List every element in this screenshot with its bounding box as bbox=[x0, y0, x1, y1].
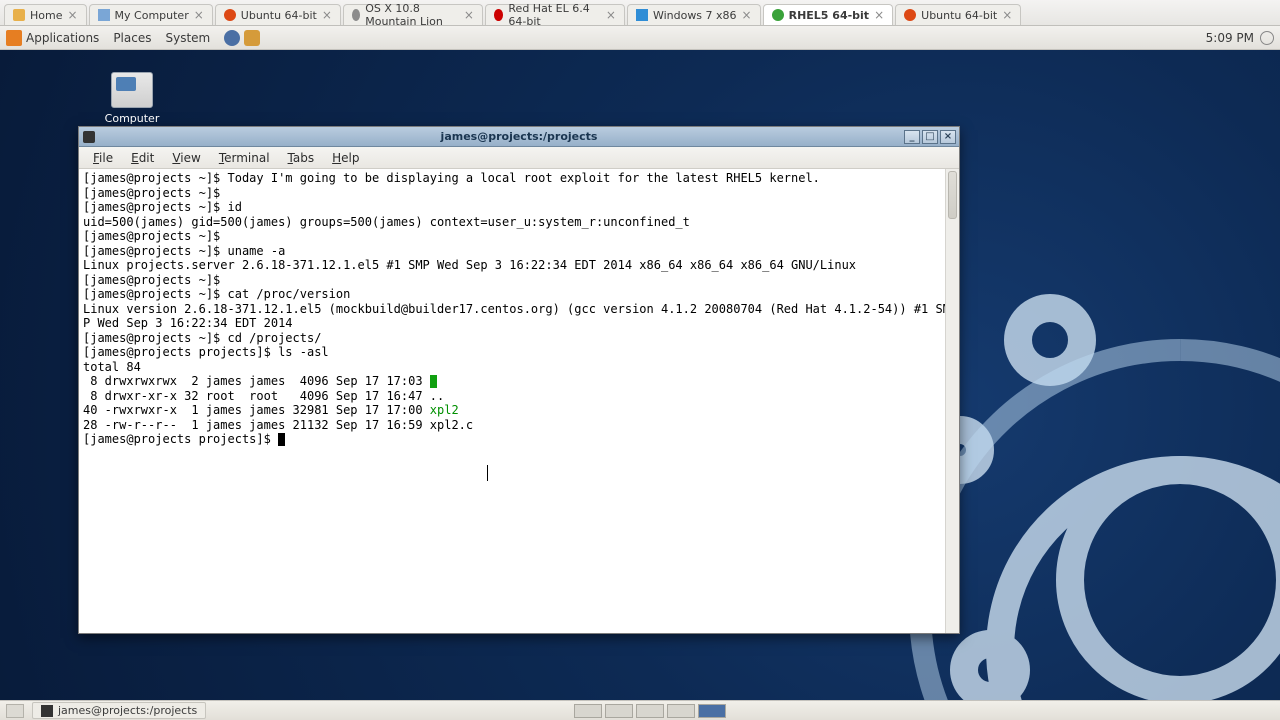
executable-name: xpl2 bbox=[430, 403, 459, 417]
ubuntu-icon bbox=[224, 9, 236, 21]
host-tab-ubuntu1[interactable]: Ubuntu 64-bit × bbox=[215, 4, 341, 25]
host-tab-strip: Home × My Computer × Ubuntu 64-bit × OS … bbox=[0, 0, 1280, 26]
host-tab-win7[interactable]: Windows 7 x86 × bbox=[627, 4, 761, 25]
host-tab-label: My Computer bbox=[115, 9, 189, 22]
menu-places[interactable]: Places bbox=[113, 31, 151, 45]
taskbar-item-terminal[interactable]: james@projects:/projects bbox=[32, 702, 206, 719]
host-tab-label: Ubuntu 64-bit bbox=[241, 9, 317, 22]
host-tab-home[interactable]: Home × bbox=[4, 4, 87, 25]
term-line: total 84 bbox=[83, 360, 141, 374]
close-icon[interactable]: × bbox=[67, 9, 77, 21]
distributor-logo-icon bbox=[6, 30, 22, 46]
host-tab-rhel5[interactable]: RHEL5 64-bit × bbox=[763, 4, 894, 25]
browser-launcher-icon[interactable] bbox=[224, 30, 240, 46]
menu-tabs[interactable]: Tabs bbox=[280, 149, 323, 167]
home-icon bbox=[13, 9, 25, 21]
dir-dot-highlight bbox=[430, 375, 437, 388]
host-tab-label: RHEL5 64-bit bbox=[789, 9, 869, 22]
scrollbar-thumb[interactable] bbox=[948, 171, 957, 219]
terminal-menubar: File Edit View Terminal Tabs Help bbox=[79, 147, 959, 169]
taskbar-item-label: james@projects:/projects bbox=[58, 704, 197, 717]
redhat-icon bbox=[772, 9, 784, 21]
term-prompt: [james@projects projects]$ bbox=[83, 432, 278, 446]
host-tab-label: Home bbox=[30, 9, 62, 22]
term-line: [james@projects ~]$ Today I'm going to b… bbox=[83, 171, 820, 185]
email-launcher-icon[interactable] bbox=[244, 30, 260, 46]
close-icon[interactable]: × bbox=[194, 9, 204, 21]
windows-icon bbox=[636, 9, 648, 21]
window-title: james@projects:/projects bbox=[441, 130, 598, 143]
host-tab-label: Windows 7 x86 bbox=[653, 9, 737, 22]
computer-icon bbox=[111, 72, 153, 108]
term-line: [james@projects projects]$ ls -asl bbox=[83, 345, 329, 359]
term-line: 28 -rw-r--r-- 1 james james 21132 Sep 17… bbox=[83, 418, 473, 432]
host-tab-label: Red Hat EL 6.4 64-bit bbox=[508, 2, 600, 28]
term-line: [james@projects ~]$ id bbox=[83, 200, 242, 214]
close-button[interactable]: × bbox=[940, 130, 956, 144]
window-titlebar[interactable]: james@projects:/projects _ □ × bbox=[79, 127, 959, 147]
desktop[interactable]: Computer james@projects:/projects _ □ × … bbox=[0, 50, 1280, 700]
close-icon[interactable]: × bbox=[322, 9, 332, 21]
workspace-2[interactable] bbox=[605, 704, 633, 718]
host-tab-rhel6[interactable]: Red Hat EL 6.4 64-bit × bbox=[485, 4, 625, 25]
computer-icon bbox=[98, 9, 110, 21]
host-tab-label: Ubuntu 64-bit bbox=[921, 9, 997, 22]
terminal-window: james@projects:/projects _ □ × File Edit… bbox=[78, 126, 960, 634]
term-line: Linux version 2.6.18-371.12.1.el5 (mockb… bbox=[83, 302, 950, 331]
show-desktop-button[interactable] bbox=[6, 704, 24, 718]
close-icon[interactable]: × bbox=[1002, 9, 1012, 21]
term-line: 8 drwxr-xr-x 32 root root 4096 Sep 17 16… bbox=[83, 389, 444, 403]
terminal-body[interactable]: [james@projects ~]$ Today I'm going to b… bbox=[79, 169, 959, 633]
terminal-scrollbar[interactable] bbox=[945, 169, 959, 633]
ubuntu-icon bbox=[904, 9, 916, 21]
maximize-button[interactable]: □ bbox=[922, 130, 938, 144]
mouse-text-cursor bbox=[487, 465, 488, 481]
term-line: 8 drwxrwxrwx 2 james james 4096 Sep 17 1… bbox=[83, 374, 430, 388]
menu-applications[interactable]: Applications bbox=[26, 31, 99, 45]
term-line: [james@projects ~]$ cd /projects/ bbox=[83, 331, 321, 345]
volume-icon[interactable] bbox=[1260, 31, 1274, 45]
term-line: [james@projects ~]$ uname -a bbox=[83, 244, 285, 258]
term-line: [james@projects ~]$ bbox=[83, 186, 220, 200]
desktop-icon-computer[interactable]: Computer bbox=[100, 72, 164, 125]
workspace-1[interactable] bbox=[574, 704, 602, 718]
host-tab-osx[interactable]: OS X 10.8 Mountain Lion × bbox=[343, 4, 483, 25]
menu-help[interactable]: Help bbox=[324, 149, 367, 167]
menu-view[interactable]: View bbox=[164, 149, 208, 167]
term-line: 40 -rwxrwxr-x 1 james james 32981 Sep 17… bbox=[83, 403, 430, 417]
menu-terminal[interactable]: Terminal bbox=[211, 149, 278, 167]
terminal-app-icon bbox=[83, 131, 95, 143]
gnome-top-panel: Applications Places System 5:09 PM bbox=[0, 26, 1280, 50]
redhat-icon bbox=[494, 9, 503, 21]
term-line: [james@projects ~]$ cat /proc/version bbox=[83, 287, 350, 301]
close-icon[interactable]: × bbox=[464, 9, 474, 21]
workspace-switcher bbox=[574, 704, 726, 718]
workspace-4[interactable] bbox=[667, 704, 695, 718]
minimize-button[interactable]: _ bbox=[904, 130, 920, 144]
workspace-3[interactable] bbox=[636, 704, 664, 718]
term-line: uid=500(james) gid=500(james) groups=500… bbox=[83, 215, 690, 229]
desktop-icon-label: Computer bbox=[100, 112, 164, 125]
workspace-5[interactable] bbox=[698, 704, 726, 718]
close-icon[interactable]: × bbox=[742, 9, 752, 21]
terminal-cursor bbox=[278, 433, 285, 446]
gnome-bottom-panel: james@projects:/projects bbox=[0, 700, 1280, 720]
term-line: [james@projects ~]$ bbox=[83, 229, 220, 243]
close-icon[interactable]: × bbox=[606, 9, 616, 21]
host-tab-ubuntu2[interactable]: Ubuntu 64-bit × bbox=[895, 4, 1021, 25]
menu-edit[interactable]: Edit bbox=[123, 149, 162, 167]
term-line: [james@projects ~]$ bbox=[83, 273, 220, 287]
apple-icon bbox=[352, 9, 360, 21]
clock[interactable]: 5:09 PM bbox=[1206, 31, 1254, 45]
host-tab-label: OS X 10.8 Mountain Lion bbox=[365, 2, 459, 28]
terminal-app-icon bbox=[41, 705, 53, 717]
term-line: Linux projects.server 2.6.18-371.12.1.el… bbox=[83, 258, 856, 272]
menu-system[interactable]: System bbox=[165, 31, 210, 45]
close-icon[interactable]: × bbox=[874, 9, 884, 21]
menu-file[interactable]: File bbox=[85, 149, 121, 167]
host-tab-mycomputer[interactable]: My Computer × bbox=[89, 4, 213, 25]
